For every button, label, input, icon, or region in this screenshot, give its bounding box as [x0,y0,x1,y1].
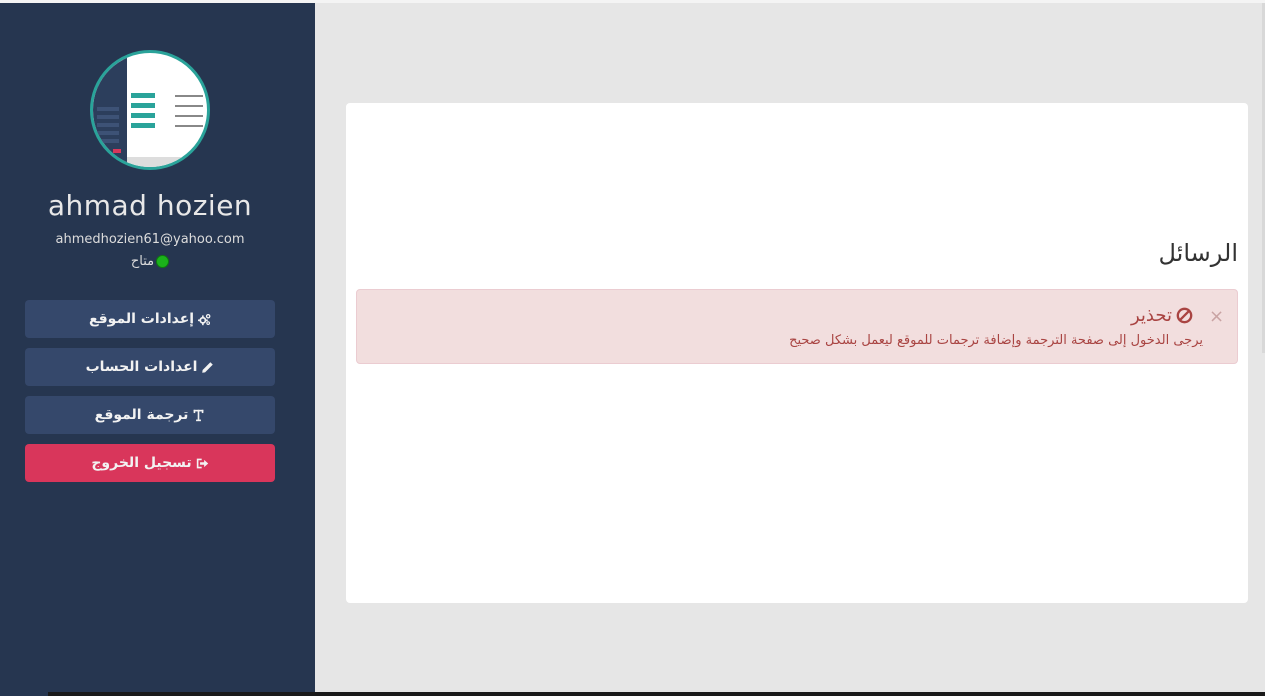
text-icon [194,409,204,421]
avatar-thumb-item [97,115,119,119]
avatar-thumb-bar [127,157,207,167]
gears-icon [198,313,211,325]
avatar [90,50,210,170]
ban-icon [1176,307,1193,324]
alert-close-button[interactable]: × [1209,307,1224,327]
sidebar: ahmad hozien ahmedhozien61@yahoo.com متا… [0,3,315,696]
account-settings-button[interactable]: اعدادات الحساب [25,348,275,386]
avatar-thumb-item [97,123,119,127]
logout-button[interactable]: تسجيل الخروج [25,444,275,482]
page-title: الرسائل [1158,239,1239,267]
avatar-thumb-teal [131,123,155,128]
avatar-thumb-teal [131,93,155,98]
user-email: ahmedhozien61@yahoo.com [55,232,245,247]
avatar-thumb-logout [113,149,121,153]
avatar-thumb-text [175,115,203,117]
warning-alert: × تحذير يرجى الدخول إلى صفحة الترجمة وإض… [356,289,1238,364]
site-translation-label: ترجمة الموقع [94,407,189,423]
status-label: متاح [130,254,155,269]
status-online-icon [156,255,170,268]
site-translation-button[interactable]: ترجمة الموقع [25,396,275,434]
avatar-thumb-text [175,125,203,127]
site-settings-button[interactable]: إعدادات الموقع [25,300,275,338]
site-settings-label: إعدادات الموقع [88,311,195,327]
account-settings-label: اعدادات الحساب [85,359,198,375]
main-content: الرسائل × تحذير يرجى الدخول إلى صفحة الت… [346,103,1248,603]
logout-label: تسجيل الخروج [91,455,192,471]
taskbar-edge [48,692,1265,696]
sign-out-icon [196,458,208,468]
avatar-thumb-item [97,139,119,143]
avatar-thumb-text [175,95,203,97]
pencil-icon [202,361,214,373]
avatar-thumb-teal [131,103,155,108]
alert-title: تحذير [1131,305,1193,326]
avatar-thumb-item [97,131,119,135]
avatar-thumb-item [97,107,119,111]
user-name: ahmad hozien [47,189,253,222]
user-status: متاح [0,254,300,269]
alert-title-text: تحذير [1130,305,1172,326]
alert-message: يرجى الدخول إلى صفحة الترجمة وإضافة ترجم… [789,333,1203,348]
avatar-thumb-teal [131,113,155,118]
avatar-thumb-text [175,105,203,107]
